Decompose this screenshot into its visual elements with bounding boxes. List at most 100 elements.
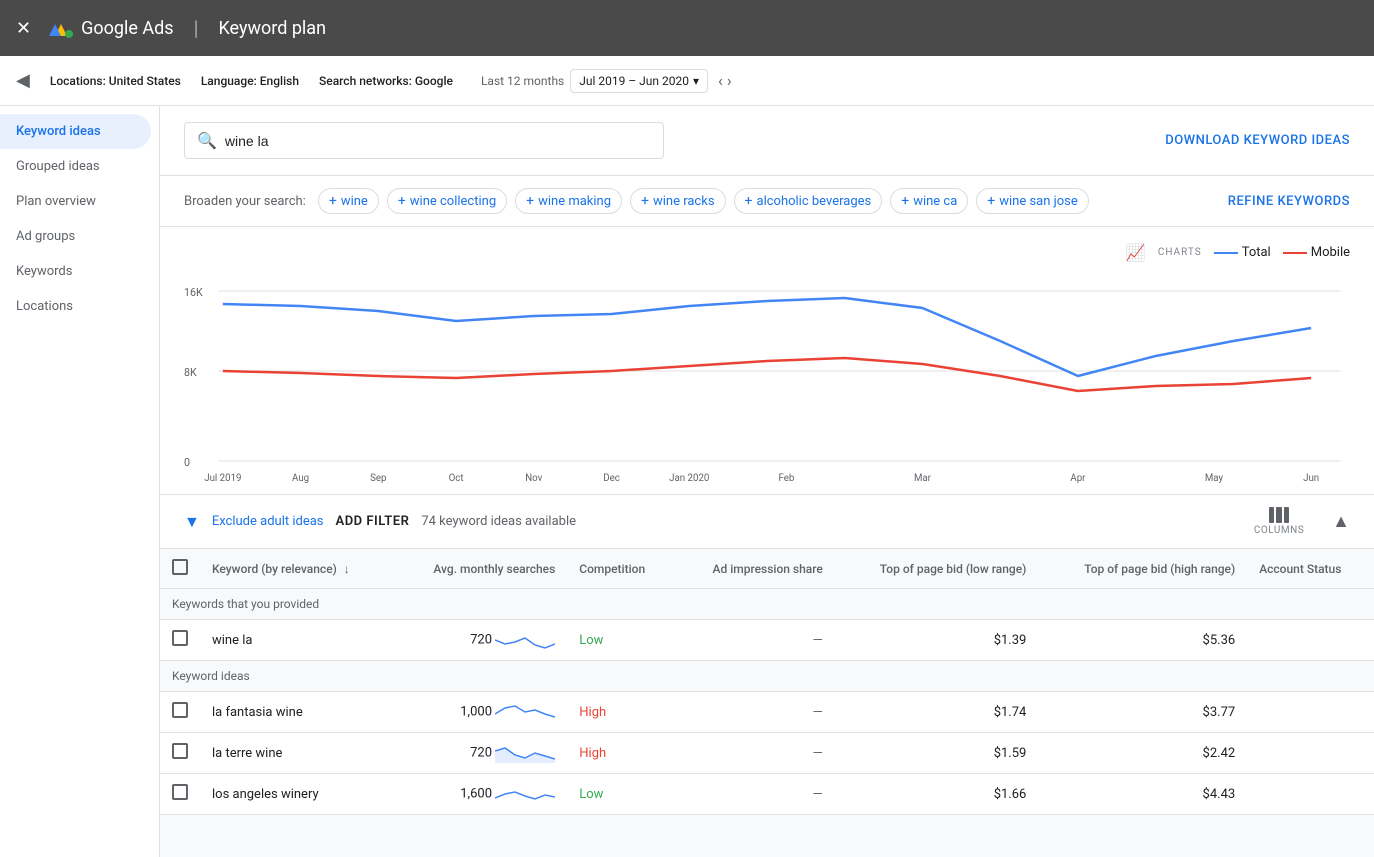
avg-searches-cell: 720	[393, 620, 567, 661]
table-section: ▼ Exclude adult ideas ADD FILTER 74 keyw…	[160, 494, 1374, 815]
row-checkbox[interactable]	[172, 702, 188, 718]
broaden-chip-wine-collecting[interactable]: +wine collecting	[387, 188, 507, 214]
date-nav-arrows: ‹ ›	[718, 71, 732, 90]
sort-icon[interactable]: ↓	[344, 562, 350, 576]
svg-text:Dec: Dec	[603, 473, 620, 484]
close-icon[interactable]: ✕	[16, 18, 31, 39]
competition-cell: High	[567, 692, 674, 733]
add-filter-button[interactable]: ADD FILTER	[336, 514, 410, 529]
ad-impression-cell: —	[675, 620, 835, 661]
trend-chart: 16K 8K 0 Jul 2019 Aug Sep Oct	[184, 266, 1350, 486]
bid-low-cell: $1.59	[835, 733, 1039, 774]
sparkline-svg	[495, 630, 555, 650]
legend-total-label: Total	[1242, 245, 1271, 260]
sidebar-item-locations[interactable]: Locations	[0, 289, 151, 324]
keywords-table: Keyword (by relevance) ↓ Avg. monthly se…	[160, 549, 1374, 815]
svg-text:Oct: Oct	[449, 473, 464, 484]
main-content: 🔍 DOWNLOAD KEYWORD IDEAS Broaden your se…	[160, 106, 1374, 857]
broaden-chip-alcoholic-beverages[interactable]: +alcoholic beverages	[734, 188, 883, 214]
status-cell	[1247, 774, 1374, 815]
broaden-chip-wine[interactable]: +wine	[318, 188, 379, 214]
sidebar-item-ad-groups[interactable]: Ad groups	[0, 219, 151, 254]
language-filter[interactable]: Language: English	[201, 74, 299, 88]
refine-keywords-button[interactable]: REFINE KEYWORDS	[1228, 194, 1350, 209]
svg-text:May: May	[1205, 473, 1224, 484]
charts-label: CHARTS	[1158, 247, 1202, 258]
sidebar-item-grouped-ideas[interactable]: Grouped ideas	[0, 149, 151, 184]
next-date-arrow[interactable]: ›	[727, 71, 732, 90]
logo-icon	[47, 14, 75, 42]
search-input[interactable]	[225, 133, 651, 149]
broaden-chip-wine-ca[interactable]: +wine ca	[890, 188, 968, 214]
avg-searches-cell: 1,000	[393, 692, 567, 733]
bid-high-cell: $4.43	[1038, 774, 1247, 815]
date-range-section: Last 12 months Jul 2019 – Jun 2020 ▾ ‹ ›	[481, 69, 732, 93]
svg-text:Jun: Jun	[1303, 473, 1319, 484]
table-row: la fantasia wine 1,000 High — $1.74 $3.7…	[160, 692, 1374, 733]
bid-low-cell: $1.66	[835, 774, 1039, 815]
sidebar-item-keywords[interactable]: Keywords	[0, 254, 151, 289]
network-filter[interactable]: Search networks: Google	[319, 74, 453, 88]
sidebar-item-plan-overview[interactable]: Plan overview	[0, 184, 151, 219]
row-checkbox[interactable]	[172, 784, 188, 800]
col-keyword: Keyword (by relevance) ↓	[200, 549, 393, 589]
search-area: 🔍 DOWNLOAD KEYWORD IDEAS	[160, 106, 1374, 176]
bid-high-cell: $5.36	[1038, 620, 1247, 661]
sidebar-item-keyword-ideas[interactable]: Keyword ideas	[0, 114, 151, 149]
filter-bar: ◀ Locations: United States Language: Eng…	[0, 56, 1374, 106]
table-row: los angeles winery 1,600 Low — $1.66 $4.…	[160, 774, 1374, 815]
bid-high-cell: $2.42	[1038, 733, 1247, 774]
svg-text:Feb: Feb	[779, 473, 795, 484]
date-dropdown[interactable]: Jul 2019 – Jun 2020 ▾	[570, 69, 708, 93]
search-icon: 🔍	[197, 131, 217, 150]
columns-button[interactable]: COLUMNS	[1254, 507, 1304, 536]
keyword-cell: wine la	[200, 620, 393, 661]
table-row: wine la 720 Low — $1.39 $5.36	[160, 620, 1374, 661]
download-keyword-ideas-button[interactable]: DOWNLOAD KEYWORD IDEAS	[1165, 133, 1350, 148]
filter-icon: ▼	[184, 512, 200, 532]
ad-impression-cell: —	[675, 692, 835, 733]
exclude-adult-ideas-button[interactable]: Exclude adult ideas	[212, 514, 324, 529]
competition-cell: High	[567, 733, 674, 774]
sparkline-svg	[495, 784, 555, 804]
collapse-chart-button[interactable]: ▲	[1332, 511, 1350, 532]
keyword-cell: la fantasia wine	[200, 692, 393, 733]
keyword-cell: la terre wine	[200, 733, 393, 774]
col-competition: Competition	[567, 549, 674, 589]
broaden-chip-wine-san-jose[interactable]: +wine san jose	[976, 188, 1089, 214]
sparkline-svg	[495, 743, 555, 763]
row-checkbox[interactable]	[172, 743, 188, 759]
select-all-checkbox[interactable]	[172, 559, 188, 575]
bid-high-cell: $3.77	[1038, 692, 1247, 733]
col-ad-impression: Ad impression share	[675, 549, 835, 589]
broaden-chip-wine-racks[interactable]: +wine racks	[630, 188, 726, 214]
divider: |	[194, 16, 199, 40]
svg-text:Nov: Nov	[525, 473, 542, 484]
search-input-wrapper[interactable]: 🔍	[184, 122, 664, 159]
chart-toggle-icon[interactable]: 📈	[1126, 243, 1146, 262]
svg-text:Jan 2020: Jan 2020	[669, 473, 709, 484]
section-header-provided: Keywords that you provided	[160, 589, 1374, 620]
google-ads-logo: Google Ads	[47, 14, 173, 42]
svg-text:Mar: Mar	[914, 473, 932, 484]
legend-mobile: Mobile	[1283, 245, 1350, 260]
app-name: Google Ads	[81, 18, 173, 39]
col-avg-searches: Avg. monthly searches	[393, 549, 567, 589]
chart-svg: 16K 8K 0 Jul 2019 Aug Sep Oct	[184, 266, 1350, 486]
col-bid-low: Top of page bid (low range)	[835, 549, 1039, 589]
table-row: la terre wine 720 High — $1.59 $2.42	[160, 733, 1374, 774]
svg-text:8K: 8K	[184, 366, 197, 379]
chart-container: 📈 CHARTS Total Mobile 16K 8K 0	[160, 227, 1374, 494]
location-filter[interactable]: Locations: United States	[50, 74, 181, 88]
broaden-chip-wine-making[interactable]: +wine making	[515, 188, 622, 214]
svg-text:Apr: Apr	[1070, 473, 1086, 484]
columns-icon	[1269, 507, 1289, 523]
legend-mobile-label: Mobile	[1311, 245, 1350, 260]
bid-low-cell: $1.74	[835, 692, 1039, 733]
competition-cell: Low	[567, 774, 674, 815]
svg-text:16K: 16K	[184, 286, 203, 299]
row-checkbox[interactable]	[172, 630, 188, 646]
prev-date-arrow[interactable]: ‹	[718, 71, 723, 90]
sidebar: Keyword ideas Grouped ideas Plan overvie…	[0, 106, 160, 857]
sidebar-toggle-icon[interactable]: ◀	[16, 70, 30, 91]
